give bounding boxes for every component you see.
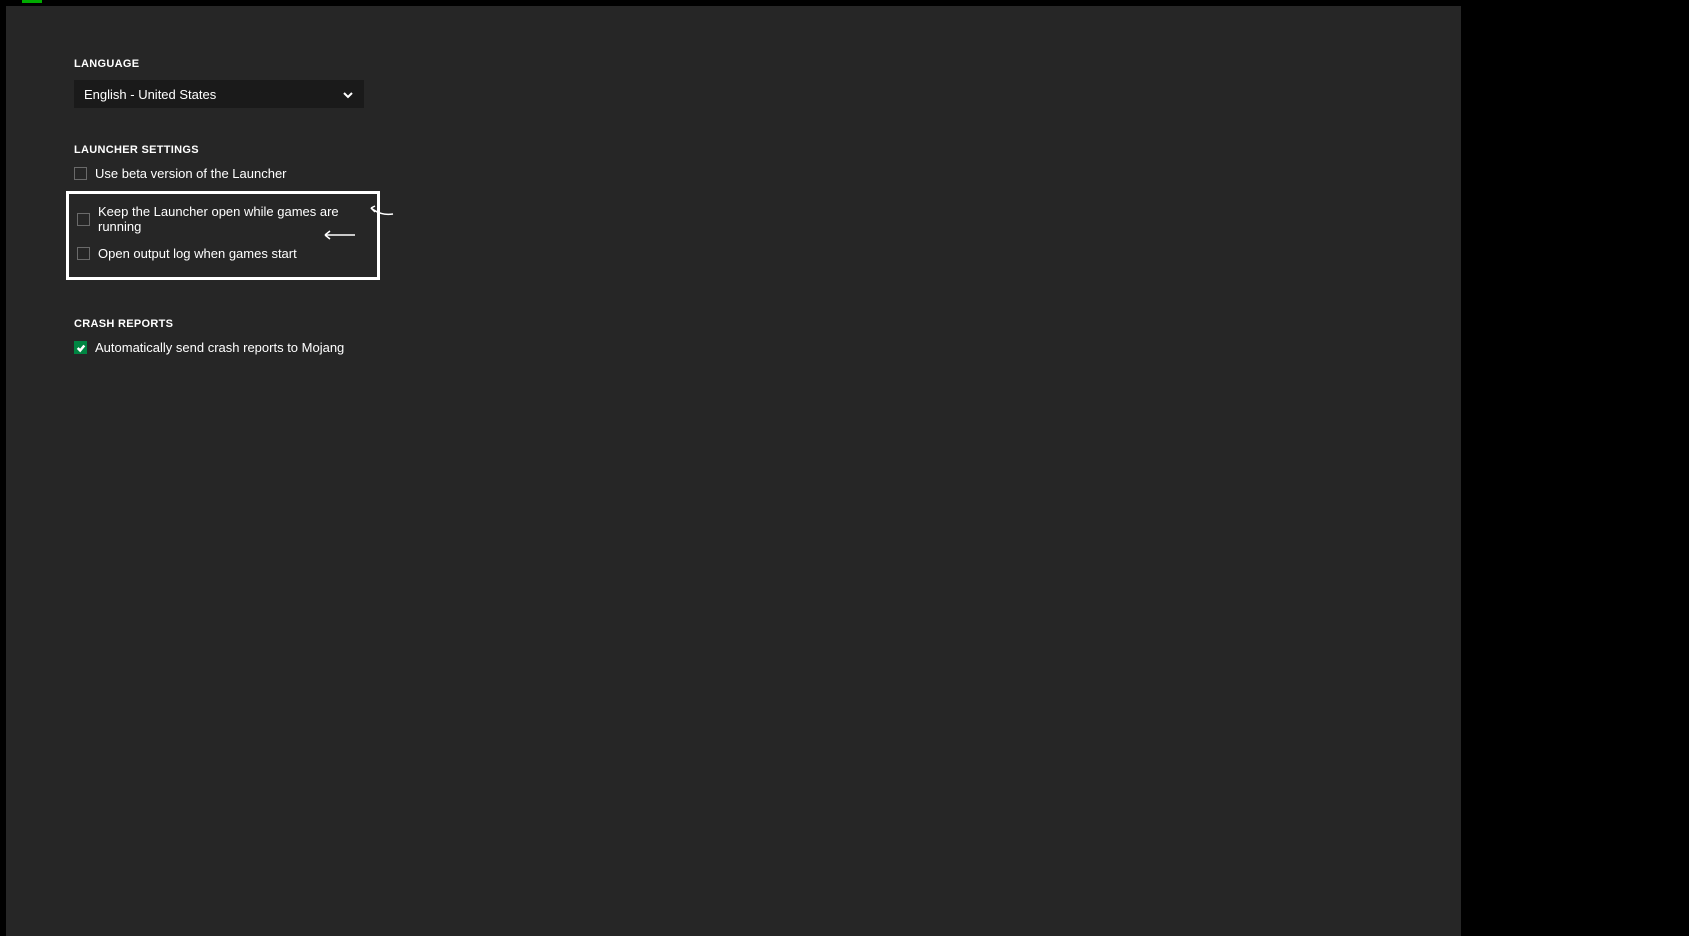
checkbox-open-output-log[interactable]: Open output log when games start <box>77 246 369 261</box>
checkbox-box-icon <box>77 213 90 226</box>
settings-panel: LANGUAGE English - United States LAUNCHE… <box>6 6 1461 936</box>
checkbox-send-crash-reports[interactable]: Automatically send crash reports to Moja… <box>74 340 1393 355</box>
checkbox-box-checked-icon <box>74 341 87 354</box>
chevron-down-icon <box>342 88 354 100</box>
launcher-settings-heading: LAUNCHER SETTINGS <box>74 144 1393 156</box>
highlight-annotation-box: Keep the Launcher open while games are r… <box>66 191 380 280</box>
checkbox-label: Use beta version of the Launcher <box>95 166 287 181</box>
checkbox-keep-launcher-open[interactable]: Keep the Launcher open while games are r… <box>77 204 369 234</box>
top-accent-bar <box>22 0 42 3</box>
language-dropdown[interactable]: English - United States <box>74 80 364 108</box>
checkbox-label: Open output log when games start <box>98 246 297 261</box>
checkbox-box-icon <box>74 167 87 180</box>
launcher-settings-section: LAUNCHER SETTINGS Use beta version of th… <box>74 144 1393 280</box>
crash-reports-heading: CRASH REPORTS <box>74 318 1393 330</box>
crash-reports-section: CRASH REPORTS Automatically send crash r… <box>74 318 1393 355</box>
checkbox-label: Automatically send crash reports to Moja… <box>95 340 344 355</box>
annotation-arrow-icon <box>367 200 395 223</box>
language-heading: LANGUAGE <box>74 58 1393 70</box>
checkbox-label: Keep the Launcher open while games are r… <box>98 204 369 234</box>
checkbox-box-icon <box>77 247 90 260</box>
checkbox-use-beta[interactable]: Use beta version of the Launcher <box>74 166 1393 181</box>
language-selected-value: English - United States <box>84 87 216 102</box>
